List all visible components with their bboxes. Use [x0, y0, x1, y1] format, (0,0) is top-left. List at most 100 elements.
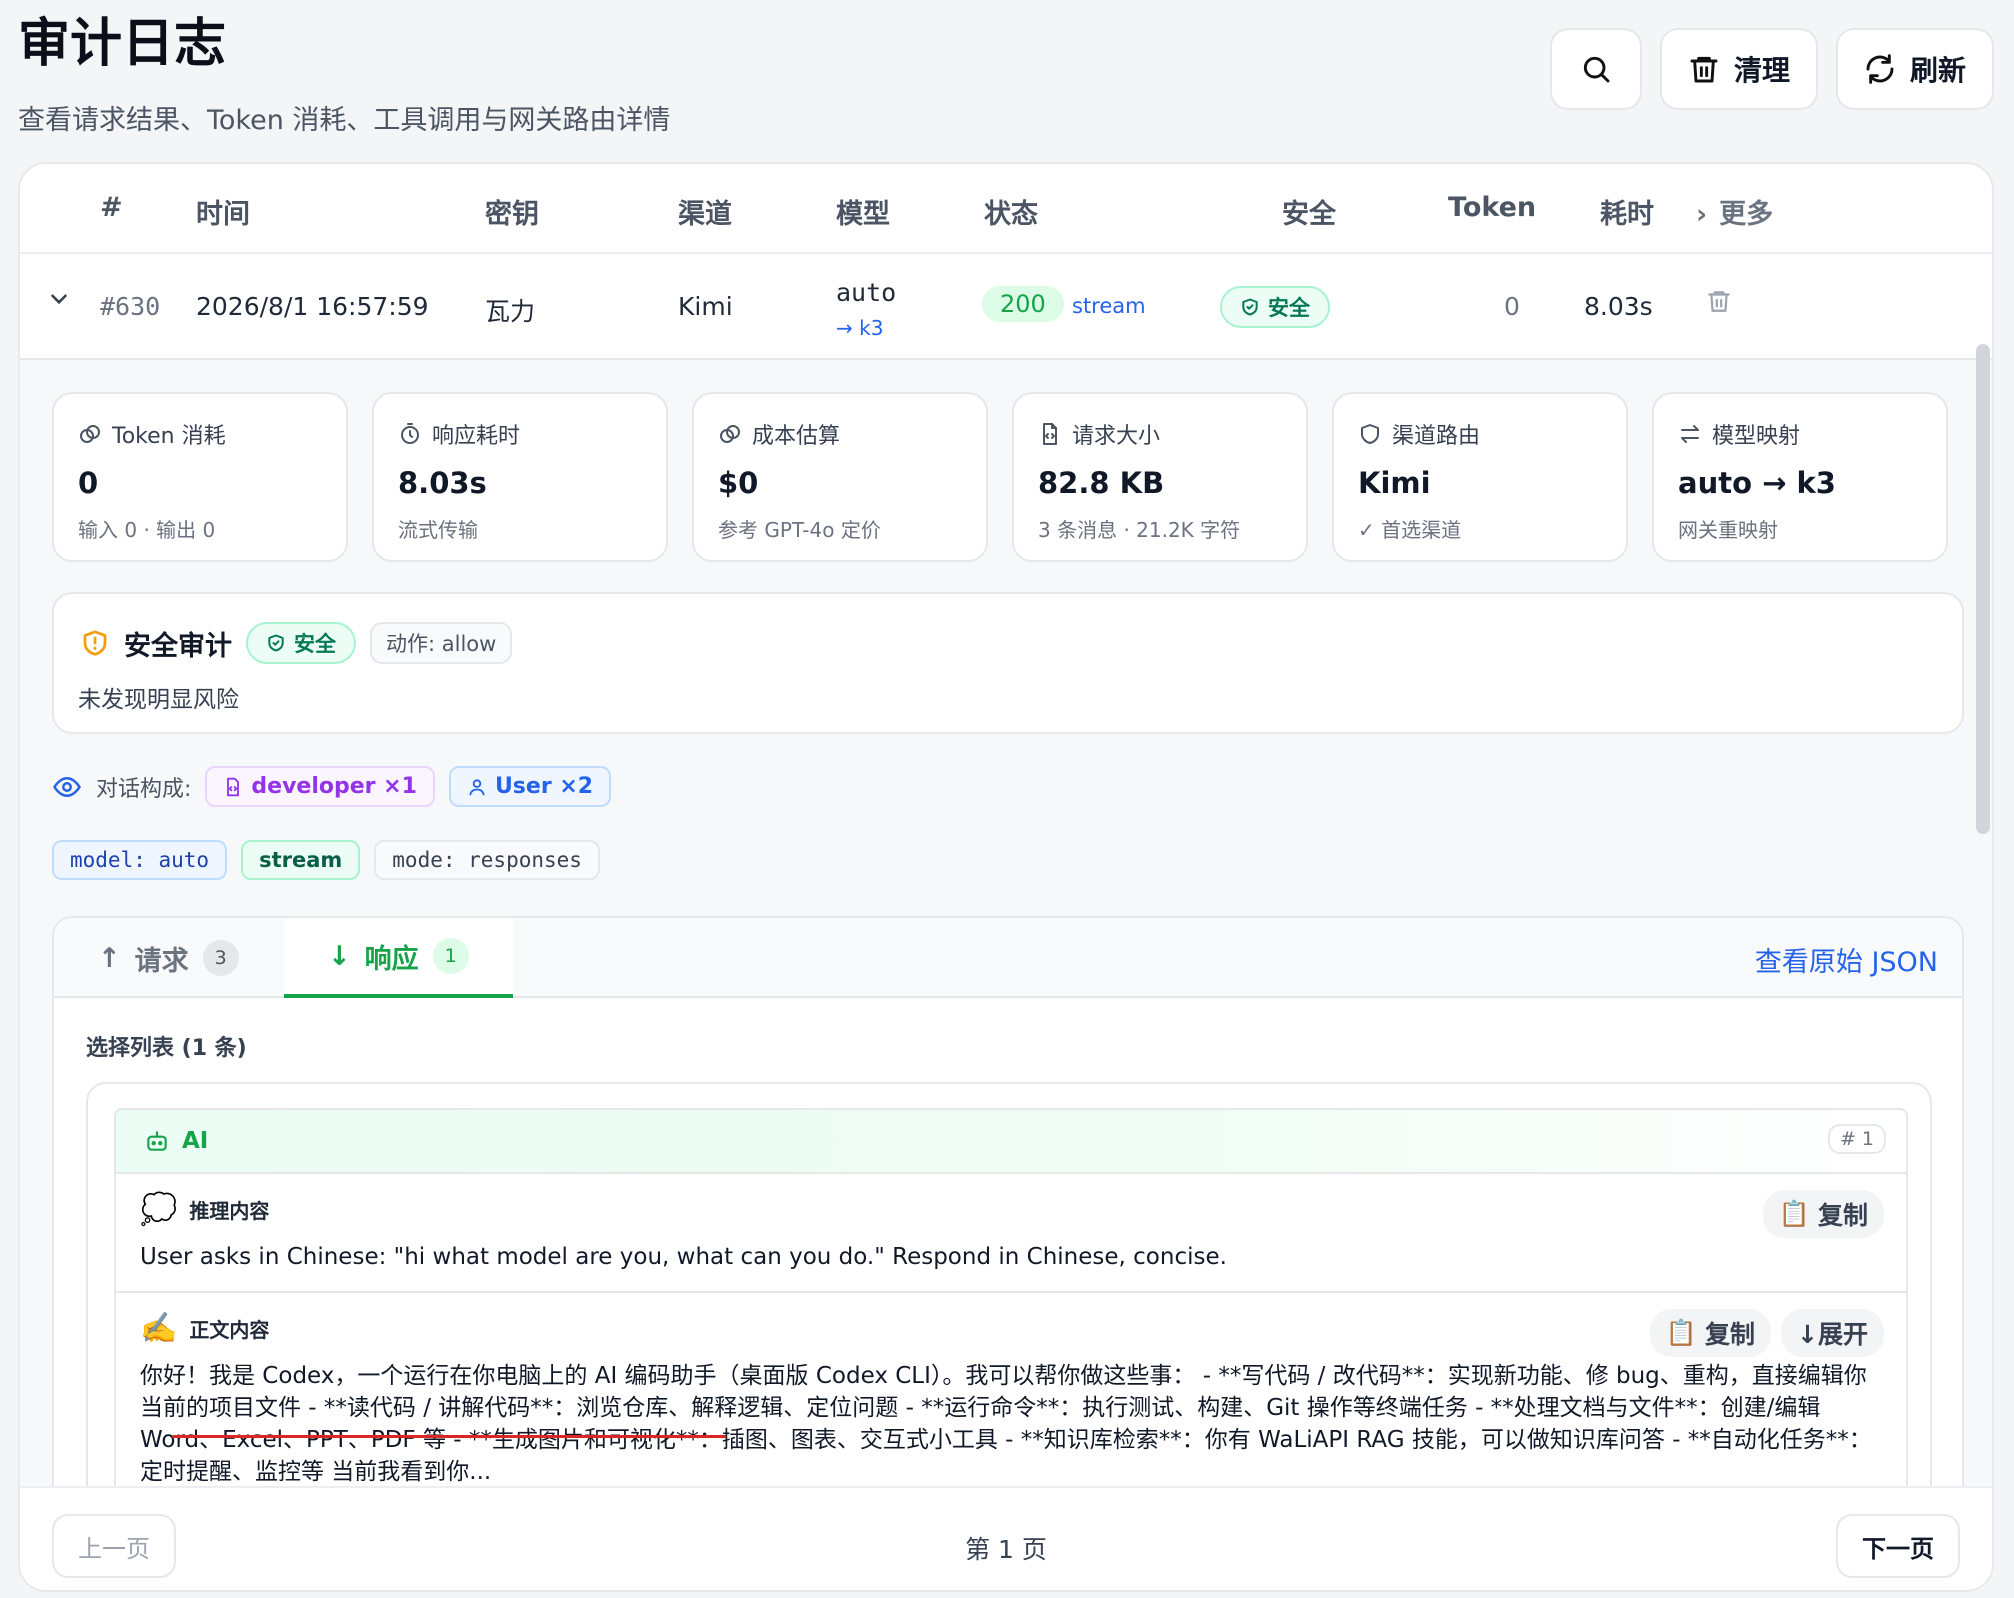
content-text: 你好！我是 Codex，一个运行在你电脑上的 AI 编码助手（桌面版 Codex… [140, 1363, 1872, 1485]
thought-bubble-icon: 💭 [140, 1192, 178, 1227]
stat-label: 请求大小 [1072, 424, 1161, 449]
more-columns-button[interactable]: › 更多 [1696, 192, 1773, 231]
row-id: #630 [100, 292, 161, 321]
row-time: 2026/8/1 16:57:59 [196, 292, 429, 321]
trash-icon [1708, 291, 1730, 312]
security-badge: 安全 [1220, 286, 1330, 328]
stat-value: Kimi [1358, 466, 1431, 500]
expand-button[interactable]: ↓展开 [1781, 1309, 1884, 1357]
choice-index: # 1 [1827, 1124, 1886, 1154]
row-detail: Token 消耗 0 输入 0 · 输出 0 响应耗时 8.03s 流式传输 成… [20, 360, 1992, 1590]
security-title: 安全审计 [124, 630, 232, 662]
stat-value: 8.03s [398, 466, 487, 500]
writing-hand-icon: ✍️ [140, 1311, 178, 1346]
security-status-badge: 安全 [246, 622, 356, 664]
clipboard-icon: 📋 [1778, 1199, 1810, 1228]
param-model: model: auto [52, 840, 228, 880]
arrow-up-icon: ↑ [98, 942, 121, 974]
red-underline-annotation [172, 1435, 726, 1438]
col-token: Token [1448, 192, 1537, 223]
row-model-mapped: → k3 [836, 316, 883, 340]
col-status: 状态 [984, 199, 1038, 230]
col-key: 密钥 [485, 199, 539, 230]
stat-value: 0 [78, 466, 99, 500]
scrollbar[interactable] [1976, 344, 1990, 834]
copy-reasoning-button[interactable]: 📋 复制 [1762, 1190, 1884, 1238]
stat-sub: 流式传输 [398, 518, 478, 542]
eye-icon [53, 776, 81, 797]
row-model: auto [836, 278, 897, 307]
refresh-icon [1866, 54, 1894, 84]
stat-label: 渠道路由 [1392, 424, 1481, 449]
tab-request[interactable]: ↑ 请求 3 [54, 918, 283, 998]
stat-value: 82.8 KB [1038, 466, 1165, 500]
tab-response-count: 1 [432, 938, 469, 974]
coins-icon [80, 425, 100, 443]
arrow-right-icon: → [836, 316, 860, 340]
user-label: User ×2 [494, 774, 594, 799]
table-row[interactable]: #630 2026/8/1 16:57:59 瓦力 Kimi auto → k3… [20, 256, 1992, 360]
file-code-icon [227, 777, 240, 796]
stats-grid: Token 消耗 0 输入 0 · 输出 0 响应耗时 8.03s 流式传输 成… [52, 392, 1948, 562]
security-audit-panel: 安全审计 安全 动作: allow 未发现明显风险 [52, 592, 1964, 734]
arrow-down-icon: ↓ [328, 940, 351, 972]
search-button[interactable] [1549, 28, 1642, 110]
search-icon [1583, 56, 1610, 83]
security-description: 未发现明显风险 [78, 687, 239, 713]
copy-content-button[interactable]: 📋 复制 [1649, 1309, 1772, 1357]
tab-response[interactable]: ↓ 响应 1 [284, 918, 513, 998]
choices-list-title: 选择列表 (1 条) [86, 1036, 247, 1061]
conversation-composition: 对话构成: developer ×1 User ×2 [52, 766, 612, 807]
reasoning-text: User asks in Chinese: "hi what model are… [140, 1244, 1227, 1270]
stat-mapping: 模型映射 auto → k3 网关重映射 [1652, 392, 1948, 562]
delete-row-button[interactable] [1706, 288, 1732, 320]
chevron-down-icon[interactable] [46, 286, 72, 318]
developer-chip: developer ×1 [205, 766, 435, 807]
table-header: # 时间 密钥 渠道 模型 状态 安全 Token 耗时 › 更多 [20, 164, 1992, 254]
stat-sub: 网关重映射 [1678, 518, 1778, 542]
stat-label: 响应耗时 [432, 424, 521, 449]
col-model: 模型 [836, 199, 890, 230]
tab-request-label: 请求 [134, 945, 189, 977]
bot-icon [147, 1131, 167, 1151]
stat-routing: 渠道路由 Kimi ✓ 首选渠道 [1332, 392, 1628, 562]
stat-label: Token 消耗 [112, 424, 226, 449]
col-channel: 渠道 [678, 199, 732, 230]
security-badge-label: 安全 [294, 632, 336, 656]
user-chip: User ×2 [448, 766, 612, 807]
shield-alert-icon [83, 630, 107, 656]
view-raw-json-link[interactable]: 查看原始 JSON [1755, 940, 1938, 979]
shield-check-icon [268, 634, 284, 652]
file-code-icon [1043, 423, 1057, 445]
page-number: 第 1 页 [965, 1535, 1047, 1564]
stat-sub: 参考 GPT-4o 定价 [718, 518, 881, 542]
developer-label: developer ×1 [251, 774, 417, 799]
refresh-button[interactable]: 刷新 [1835, 28, 1994, 110]
security-header: 安全审计 安全 动作: allow [80, 622, 513, 664]
row-key: 瓦力 [485, 297, 536, 326]
page-title: 审计日志 [18, 14, 227, 74]
stat-sub: 输入 0 · 输出 0 [78, 518, 216, 542]
col-security: 安全 [1282, 199, 1336, 230]
clear-button[interactable]: 清理 [1659, 28, 1818, 110]
col-time: 时间 [196, 199, 250, 230]
content-title: 正文内容 [189, 1318, 270, 1342]
user-icon [469, 778, 485, 795]
reasoning-title: 推理内容 [189, 1199, 270, 1223]
stat-token: Token 消耗 0 输入 0 · 输出 0 [52, 392, 348, 562]
tab-request-count: 3 [202, 940, 239, 976]
param-stream: stream [241, 840, 361, 880]
timer-icon [401, 423, 419, 444]
reasoning-section: 💭 推理内容 User asks in Chinese: "hi what mo… [116, 1174, 1906, 1293]
status-type: stream [1072, 294, 1146, 318]
request-params: model: auto stream mode: responses [52, 840, 600, 880]
next-page-button[interactable]: 下一页 [1836, 1514, 1960, 1578]
col-duration: 耗时 [1600, 199, 1654, 230]
action-badge: 动作: allow [370, 622, 513, 664]
refresh-label: 刷新 [1909, 54, 1966, 87]
stat-label: 成本估算 [752, 424, 841, 449]
row-duration: 8.03s [1584, 292, 1653, 321]
clipboard-icon: 📋 [1665, 1318, 1698, 1347]
tab-bar: ↑ 请求 3 ↓ 响应 1 查看原始 JSON [54, 918, 1962, 998]
page-subtitle: 查看请求结果、Token 消耗、工具调用与网关路由详情 [18, 105, 671, 136]
